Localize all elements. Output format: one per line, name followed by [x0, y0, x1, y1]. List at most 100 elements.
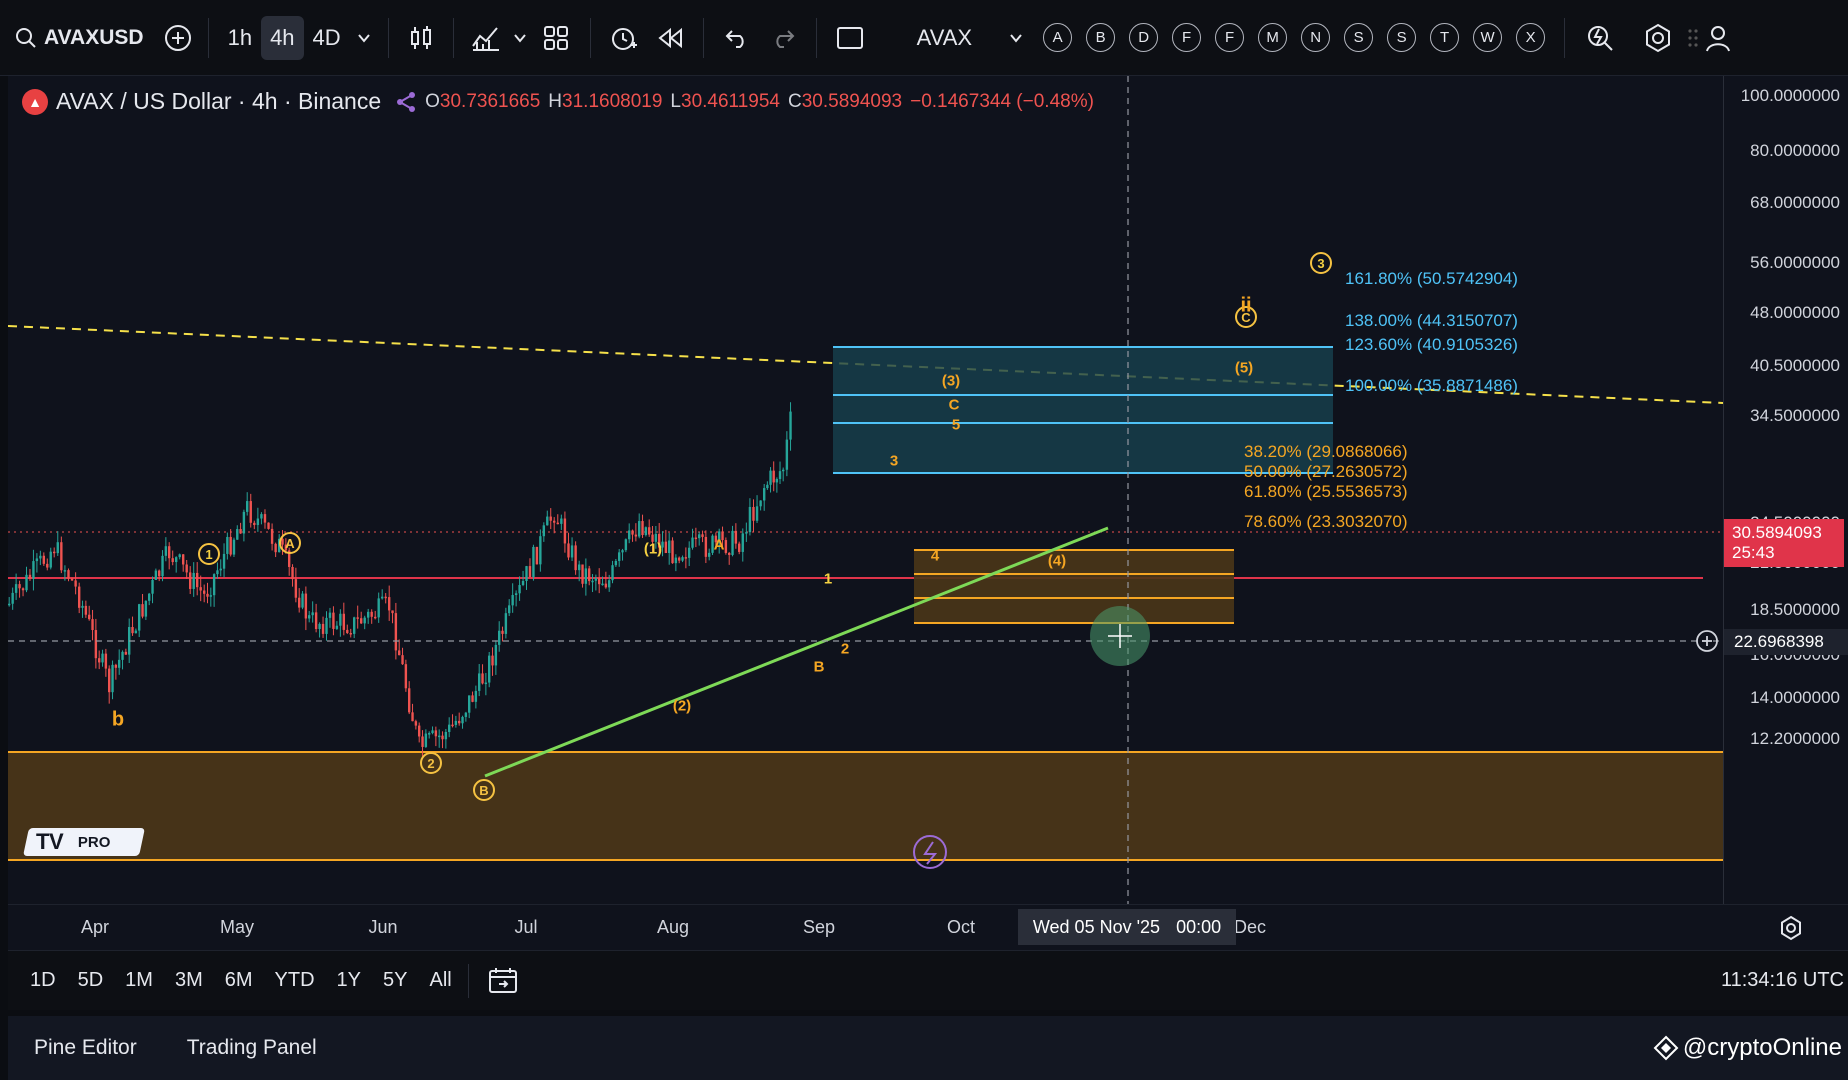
candle-body: [638, 521, 641, 537]
wave-label-circle-3: 3: [1310, 252, 1332, 274]
replay-button[interactable]: [647, 16, 693, 60]
candle-body: [394, 613, 398, 651]
time-label: May: [219, 917, 255, 937]
candle-body: [42, 555, 46, 564]
candle-body: [755, 506, 759, 521]
candle-body: [74, 580, 77, 587]
date-range-icon[interactable]: [487, 966, 519, 996]
candle-body: [124, 651, 128, 655]
candle-body: [384, 596, 387, 599]
quick-symbol-s1[interactable]: S: [1344, 23, 1374, 52]
settings-button[interactable]: [1633, 16, 1683, 60]
candle-body: [8, 603, 11, 606]
range-5y[interactable]: 5Y: [383, 969, 407, 992]
quick-symbol-n[interactable]: N: [1301, 23, 1331, 52]
utc-clock[interactable]: 11:34:16 UTC: [1721, 969, 1844, 992]
quick-symbol-s2[interactable]: S: [1387, 23, 1417, 52]
range-1m[interactable]: 1M: [125, 969, 153, 992]
tab-trading-panel[interactable]: Trading Panel: [187, 1036, 317, 1060]
candle-body: [304, 593, 308, 619]
search-icon: [16, 27, 36, 48]
watchlist-dropdown[interactable]: [1002, 16, 1030, 60]
range-all[interactable]: All: [429, 969, 451, 992]
chart-pane[interactable]: ▲ AVAX / US Dollar · 4h · Binance O30.73…: [8, 76, 1723, 904]
candle-body: [60, 542, 63, 571]
quick-symbol-f2[interactable]: F: [1215, 23, 1245, 52]
candle-body: [608, 580, 611, 588]
undo-button[interactable]: [714, 16, 760, 60]
add-alert-icon[interactable]: [1694, 628, 1720, 654]
candle-body: [404, 664, 408, 689]
quick-symbol-m[interactable]: M: [1258, 23, 1288, 52]
chart-settings-icon[interactable]: [1778, 915, 1804, 941]
redo-button[interactable]: [760, 16, 806, 60]
candle-body: [525, 566, 528, 581]
candle-body: [474, 690, 478, 702]
quick-symbol-a[interactable]: A: [1043, 23, 1073, 52]
close-value: 30.5894093: [801, 90, 903, 112]
quick-symbol-f1[interactable]: F: [1172, 23, 1202, 52]
time-label: Oct: [946, 917, 976, 937]
time-label: Jul: [514, 917, 538, 937]
range-3m[interactable]: 3M: [175, 969, 203, 992]
range-1y[interactable]: 1Y: [337, 969, 361, 992]
quick-trade-button[interactable]: [1575, 16, 1625, 60]
drag-handle[interactable]: [1683, 16, 1703, 60]
price-scale[interactable]: 100.0000000 80.0000000 68.0000000 56.000…: [1696, 76, 1848, 904]
candle-body: [318, 623, 321, 630]
range-5d[interactable]: 5D: [78, 969, 104, 992]
indicators-button[interactable]: [464, 16, 508, 60]
quick-symbol-w[interactable]: W: [1473, 23, 1503, 52]
range-6m[interactable]: 6M: [225, 969, 253, 992]
candle-body: [308, 615, 311, 619]
candle-body: [91, 619, 94, 631]
interval-1h[interactable]: 1h: [219, 16, 261, 60]
chart-type-button[interactable]: [399, 16, 443, 60]
quick-symbol-x[interactable]: X: [1516, 23, 1546, 52]
candle-body: [56, 542, 59, 554]
open-key: O: [425, 90, 440, 112]
watchlist-label[interactable]: AVAX: [917, 16, 972, 60]
candle-body: [164, 546, 168, 556]
range-ytd[interactable]: YTD: [275, 969, 315, 992]
chart-canvas[interactable]: [8, 76, 1723, 904]
quick-symbol-t[interactable]: T: [1430, 23, 1460, 52]
interval-dropdown[interactable]: [350, 16, 378, 60]
tab-pine-editor[interactable]: Pine Editor: [34, 1036, 137, 1060]
candle-body: [724, 540, 728, 553]
profile-button[interactable]: [1703, 16, 1733, 60]
candle-body: [684, 557, 688, 559]
candle-body: [229, 536, 232, 555]
candle-body: [108, 668, 111, 693]
candle-body: [134, 630, 138, 634]
candle-body: [648, 527, 651, 535]
candle-body: [614, 560, 618, 566]
candle-body: [98, 658, 101, 663]
candle-body: [782, 469, 785, 472]
symbol-search[interactable]: AVAXUSD: [14, 16, 144, 60]
interval-4d[interactable]: 4D: [304, 16, 350, 60]
alert-button[interactable]: [601, 16, 647, 60]
layouts-button[interactable]: [532, 16, 580, 60]
candles-icon: [410, 25, 431, 49]
legend-title[interactable]: AVAX / US Dollar · 4h · Binance: [56, 88, 381, 115]
candle-body: [681, 557, 684, 561]
range-1d[interactable]: 1D: [30, 969, 56, 992]
candle-body: [546, 516, 549, 526]
candle-body: [441, 735, 444, 740]
share-icon[interactable]: [395, 91, 417, 113]
candle-body: [444, 731, 448, 740]
compare-button[interactable]: [158, 16, 198, 60]
quick-symbol-d[interactable]: D: [1129, 23, 1159, 52]
candle-body: [414, 721, 418, 726]
candle-body: [94, 630, 98, 659]
indicators-dropdown[interactable]: [508, 16, 532, 60]
candle-body: [260, 514, 263, 519]
candle-body: [488, 655, 491, 683]
time-scale[interactable]: Apr May Jun Jul Aug Sep Oct Dec Wed 05 N…: [8, 904, 1848, 950]
quick-symbol-b[interactable]: B: [1086, 23, 1116, 52]
wave-label-b: b: [111, 708, 125, 731]
interval-4h[interactable]: 4h: [261, 15, 304, 60]
candle-body: [664, 541, 668, 554]
fullscreen-button[interactable]: [827, 16, 873, 60]
